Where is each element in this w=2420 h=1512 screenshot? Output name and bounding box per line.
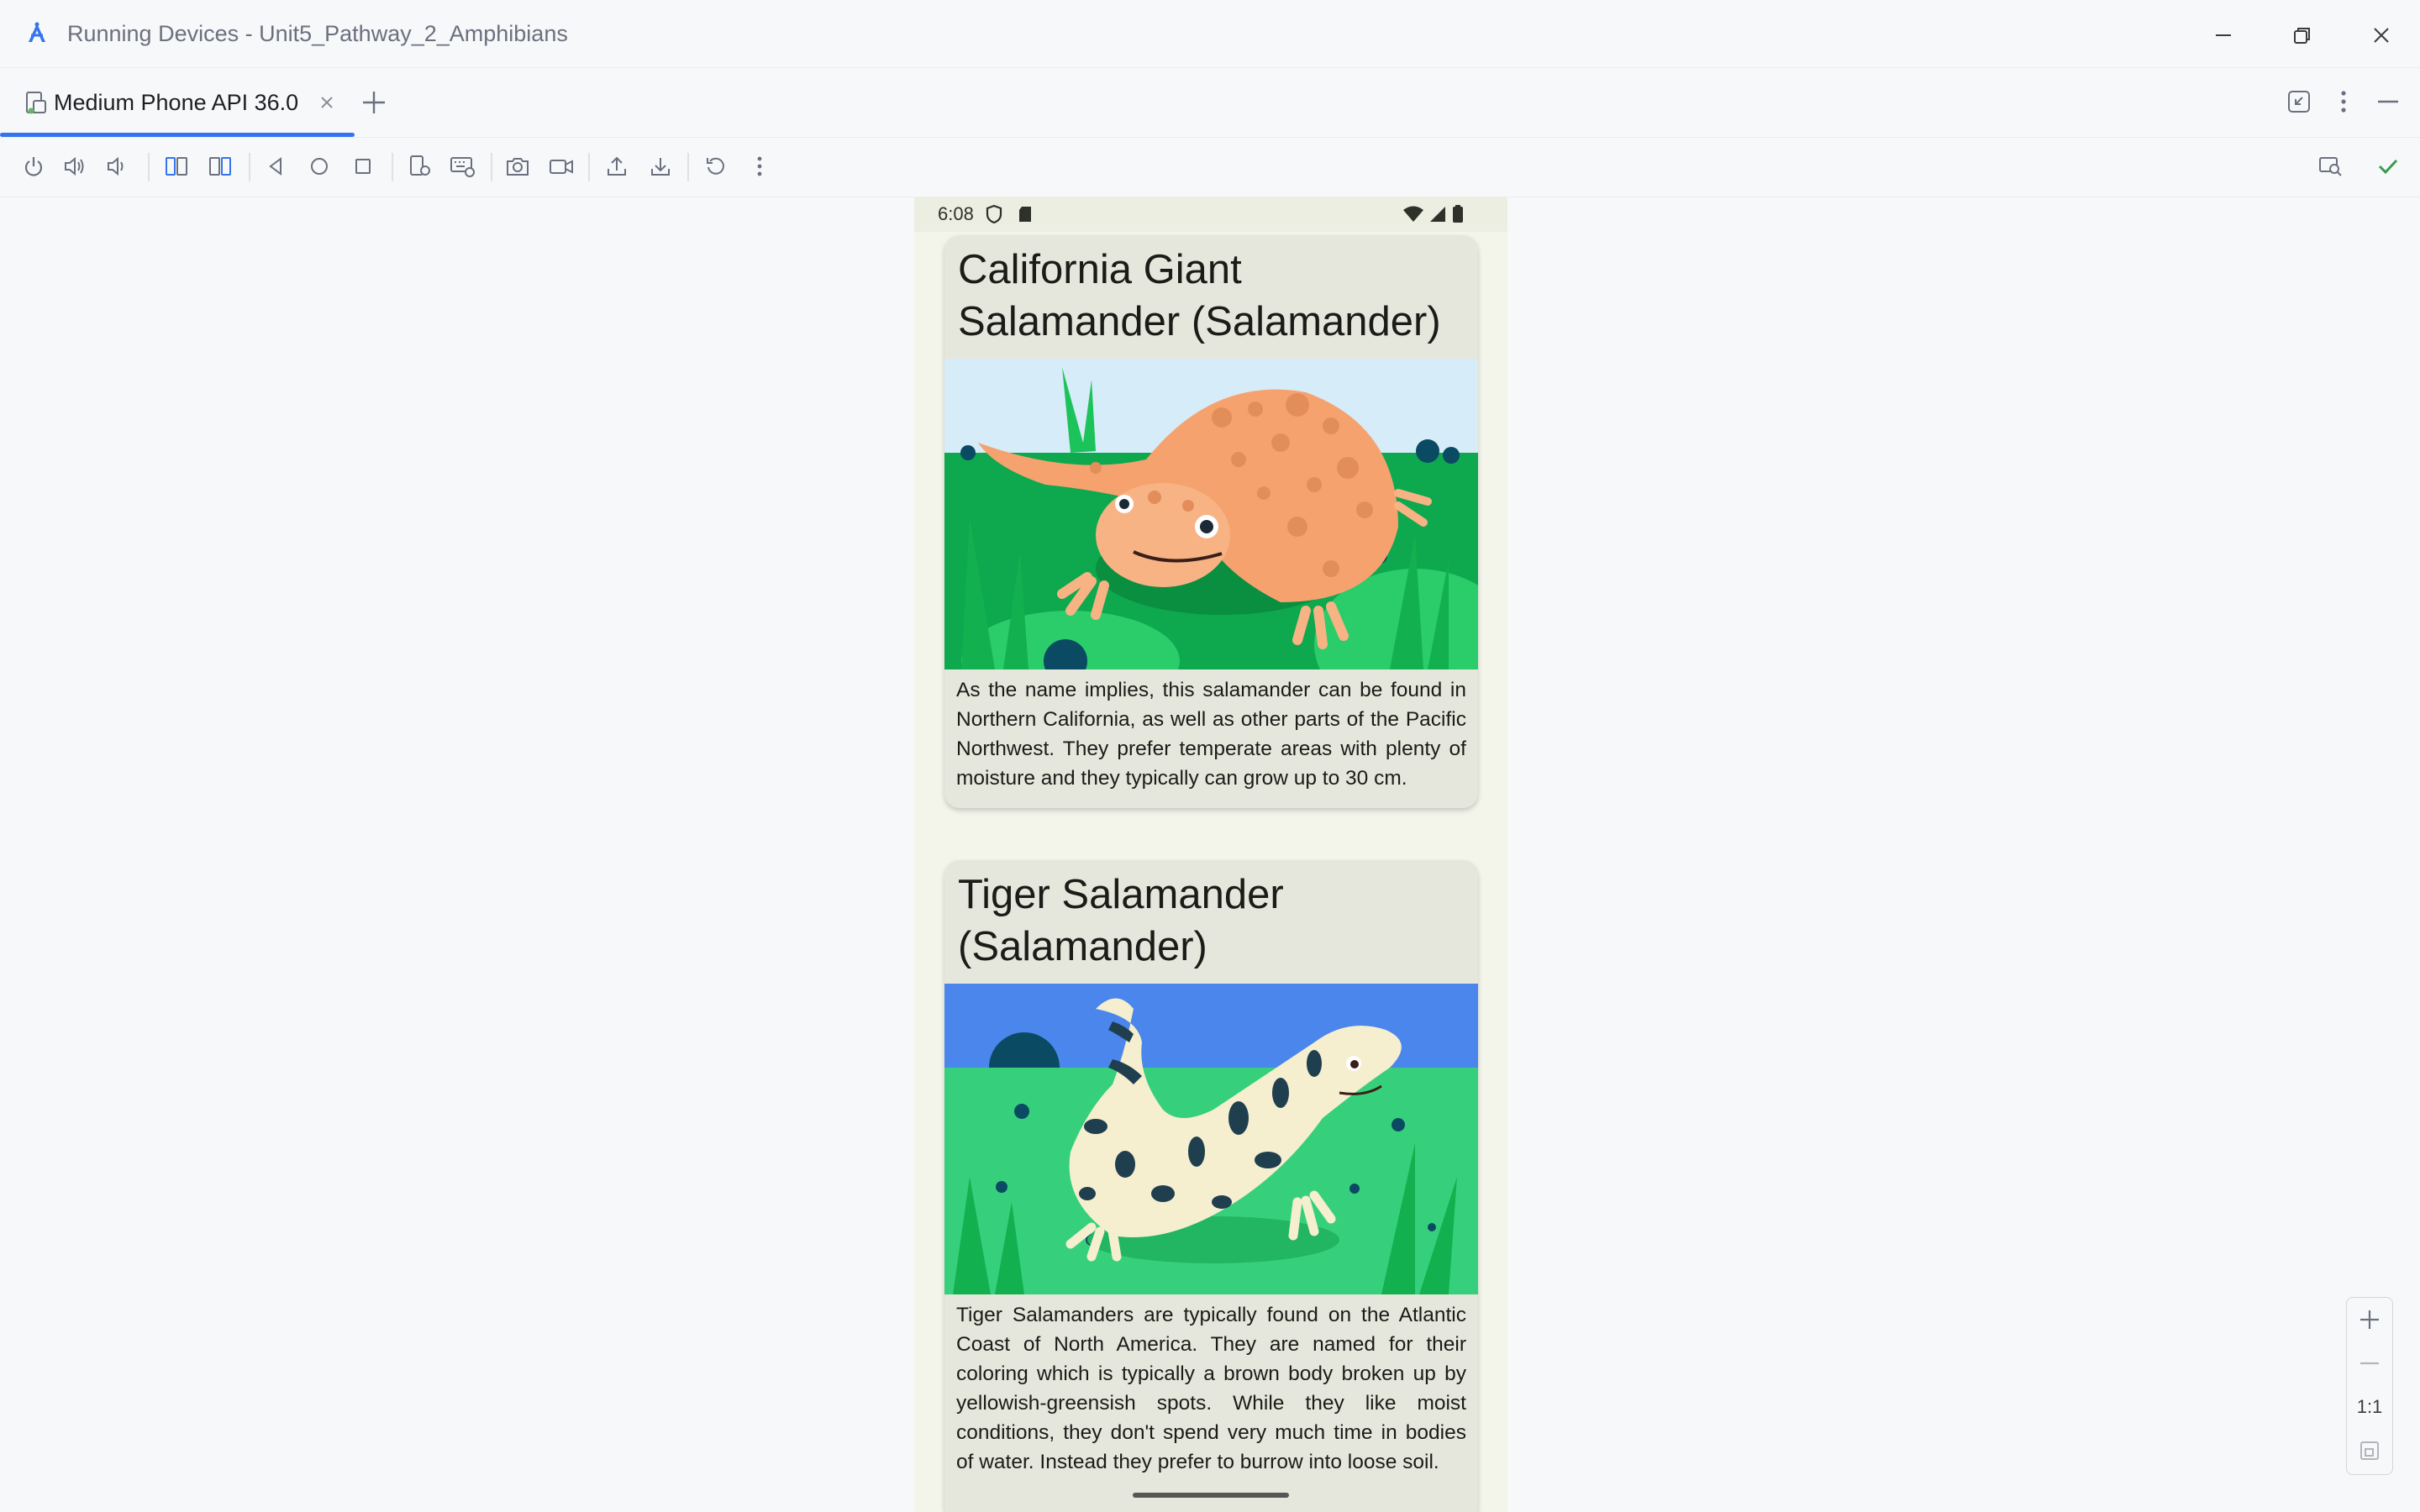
shield-icon (985, 204, 1003, 228)
card-title: California Giant Salamander (Salamander) (958, 247, 1441, 344)
inspect-layout-icon[interactable] (2314, 150, 2348, 183)
close-icon[interactable] (2365, 18, 2398, 52)
home-icon[interactable] (302, 150, 336, 183)
overview-icon[interactable] (346, 150, 380, 183)
device-tab-icon (24, 90, 49, 119)
back-icon[interactable] (259, 150, 292, 183)
card-title: Tiger Salamander (Salamander) (958, 872, 1284, 969)
reset-icon[interactable] (699, 150, 733, 183)
tab-bar: Medium Phone API 36.0 (0, 68, 2420, 138)
card-description: Tiger Salamanders are typically found on… (956, 1304, 1466, 1473)
screen-record-icon[interactable] (544, 150, 578, 183)
tab-medium-phone[interactable]: Medium Phone API 36.0 (0, 68, 355, 137)
minimize-icon[interactable] (2207, 18, 2240, 52)
zoom-controls: 1:1 (2346, 1297, 2393, 1475)
add-tab-icon[interactable] (360, 88, 388, 121)
restore-icon[interactable] (2286, 18, 2319, 52)
zoom-in-icon[interactable] (2347, 1298, 2392, 1341)
tab-close-icon[interactable] (318, 93, 336, 116)
device-screen[interactable]: 6:08 California Giant Salamander (Salama… (914, 197, 1507, 1512)
active-tab-indicator (0, 133, 355, 137)
hide-icon[interactable] (2375, 88, 2402, 119)
more-vertical-icon[interactable] (743, 150, 776, 183)
more-icon[interactable] (2331, 88, 2356, 119)
checkmark-icon[interactable] (2371, 150, 2405, 183)
keyboard-icon[interactable] (445, 150, 479, 183)
zoom-out-icon[interactable] (2347, 1341, 2392, 1385)
window-title: Running Devices - Unit5_Pathway_2_Amphib… (67, 21, 568, 46)
signal-icon (1428, 205, 1447, 228)
status-bar: 6:08 (914, 197, 1507, 232)
status-time: 6:08 (938, 203, 974, 224)
amphibian-card[interactable]: California Giant Salamander (Salamander) (944, 235, 1478, 808)
download-icon[interactable] (644, 150, 677, 183)
home-indicator[interactable] (1133, 1493, 1289, 1498)
sd-card-icon (1017, 205, 1034, 228)
collapse-icon[interactable] (2286, 88, 2312, 119)
tiger-salamander-illustration (944, 984, 1478, 1294)
volume-down-icon[interactable] (101, 150, 134, 183)
fit-screen-icon[interactable] (2347, 1429, 2392, 1473)
volume-up-icon[interactable] (59, 150, 92, 183)
window-title-bar: Running Devices - Unit5_Pathway_2_Amphib… (0, 0, 2420, 68)
amphibian-card[interactable]: Tiger Salamander (Salamander) Tiger Sala… (944, 860, 1478, 1512)
tab-label: Medium Phone API 36.0 (54, 90, 299, 115)
upload-icon[interactable] (600, 150, 634, 183)
wifi-icon (1402, 205, 1425, 228)
california-giant-salamander-illustration (944, 359, 1478, 669)
card-description: As the name implies, this salamander can… (956, 679, 1466, 790)
app-logo-icon (24, 20, 50, 47)
battery-icon (1452, 204, 1465, 228)
rotate-right-icon[interactable] (203, 150, 237, 183)
zoom-actual-size-button[interactable]: 1:1 (2347, 1385, 2392, 1429)
rotate-left-icon[interactable] (160, 150, 193, 183)
device-settings-icon[interactable] (403, 150, 437, 183)
screenshot-icon[interactable] (501, 150, 534, 183)
power-icon[interactable] (17, 150, 50, 183)
emulator-toolbar (0, 138, 2420, 197)
